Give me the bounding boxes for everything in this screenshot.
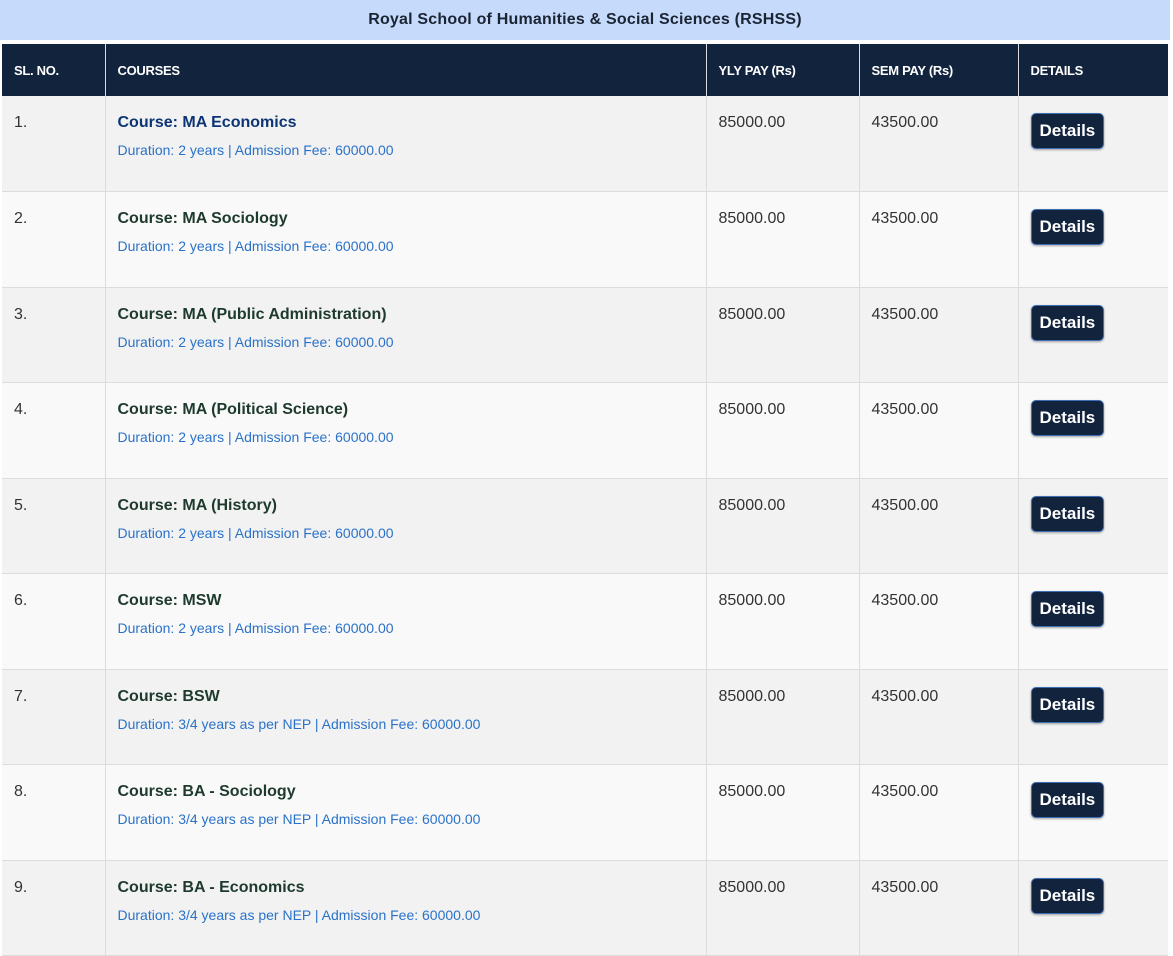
semester-pay: 43500.00	[871, 114, 939, 131]
course-name: Course: MA (Political Science)	[117, 401, 349, 418]
semester-pay: 43500.00	[871, 687, 939, 705]
course-name: Course: MA (Public Administration)	[117, 305, 387, 323]
course-name: Course: BSW	[117, 687, 220, 705]
semester-pay: 43500.00	[871, 401, 939, 418]
table-row: 4. Course: MA (Political Science) Duratio…	[2, 382, 1168, 479]
semester-pay: 43500.00	[871, 496, 939, 514]
row-serial: 7.	[14, 687, 28, 705]
details-button[interactable]: Details	[1030, 113, 1105, 149]
yearly-pay: 85000.00	[718, 687, 786, 705]
details-button[interactable]: Details	[1030, 304, 1105, 341]
yearly-pay: 85000.00	[718, 592, 786, 609]
course-name: Course: BA - Sociology	[117, 783, 296, 800]
course-meta: Duration: 2 years | Admission Fee: 60000…	[117, 429, 394, 445]
row-serial: 5.	[14, 496, 28, 514]
table-row: 6. Course: MSW Duration: 2 years | Admiss…	[2, 573, 1168, 670]
semester-pay: 43500.00	[871, 305, 939, 323]
row-serial: 8.	[14, 783, 28, 800]
yearly-pay: 85000.00	[718, 496, 786, 514]
semester-pay: 43500.00	[871, 878, 939, 896]
column-header-sl-no: SL. NO.	[2, 44, 106, 96]
table-row: 5. Course: MA (History) Duration: 2 years…	[2, 478, 1168, 574]
table-row: 8. Course: BA - Sociology Duration: 3/4 y…	[2, 764, 1168, 861]
course-name: Course: MA (History)	[117, 496, 277, 514]
course-name: Course: MA Sociology	[117, 210, 288, 227]
course-meta: Duration: 3/4 years as per NEP | Admissi…	[117, 906, 481, 923]
row-serial: 2.	[14, 210, 28, 227]
yearly-pay: 85000.00	[718, 401, 786, 418]
details-button[interactable]: Details	[1030, 495, 1105, 532]
table-header-row: SL. NO. COURSES YLY PAY (Rs) SEM PAY (Rs…	[2, 44, 1168, 96]
row-serial: 1.	[14, 114, 28, 131]
details-button[interactable]: Details	[1030, 591, 1105, 627]
row-serial: 6.	[14, 592, 28, 609]
course-name: Course: MSW	[117, 592, 222, 609]
yearly-pay: 85000.00	[718, 305, 786, 323]
column-header-sem-pay: SEM PAY (Rs)	[859, 44, 1019, 96]
table-row: 1. Course: MA Economics Duration: 2 years…	[2, 96, 1168, 192]
column-header-yly-pay: YLY PAY (Rs)	[706, 44, 860, 96]
table-row: 3. Course: MA (Public Administration) Dur…	[2, 287, 1168, 383]
column-header-details: DETAILS	[1018, 44, 1168, 96]
details-button[interactable]: Details	[1030, 209, 1105, 245]
yearly-pay: 85000.00	[718, 783, 786, 800]
course-meta: Duration: 3/4 years as per NEP | Admissi…	[117, 811, 481, 827]
course-meta: Duration: 2 years | Admission Fee: 60000…	[117, 524, 394, 541]
details-button[interactable]: Details	[1030, 877, 1105, 914]
course-name: Course: BA - Economics	[117, 878, 305, 896]
course-meta: Duration: 2 years | Admission Fee: 60000…	[117, 620, 394, 636]
course-meta: Duration: 3/4 years as per NEP | Admissi…	[117, 715, 481, 732]
course-meta: Duration: 2 years | Admission Fee: 60000…	[117, 142, 394, 158]
course-fee-table: SL. NO. COURSES YLY PAY (Rs) SEM PAY (Rs…	[2, 44, 1168, 956]
yearly-pay: 85000.00	[718, 878, 786, 896]
column-header-courses: COURSES	[105, 44, 707, 96]
yearly-pay: 85000.00	[718, 114, 786, 131]
yearly-pay: 85000.00	[718, 210, 786, 227]
table-row: 9. Course: BA - Economics Duration: 3/4 y…	[2, 860, 1168, 956]
table-row: 2. Course: MA Sociology Duration: 2 years…	[2, 191, 1168, 288]
table-row: 7. Course: BSW Duration: 3/4 years as per…	[2, 669, 1168, 765]
semester-pay: 43500.00	[871, 783, 939, 800]
course-meta: Duration: 2 years | Admission Fee: 60000…	[117, 238, 394, 254]
row-serial: 3.	[14, 305, 28, 323]
course-name[interactable]: Course: MA Economics	[118, 113, 706, 132]
semester-pay: 43500.00	[871, 210, 939, 227]
row-serial: 4.	[14, 401, 28, 418]
details-button[interactable]: Details	[1030, 782, 1105, 818]
details-button[interactable]: Details	[1030, 686, 1105, 723]
course-meta: Duration: 2 years | Admission Fee: 60000…	[117, 333, 394, 350]
row-serial: 9.	[14, 878, 28, 896]
school-title: Royal School of Humanities & Social Scie…	[0, 0, 1170, 40]
semester-pay: 43500.00	[871, 592, 939, 609]
details-button[interactable]: Details	[1030, 400, 1105, 436]
